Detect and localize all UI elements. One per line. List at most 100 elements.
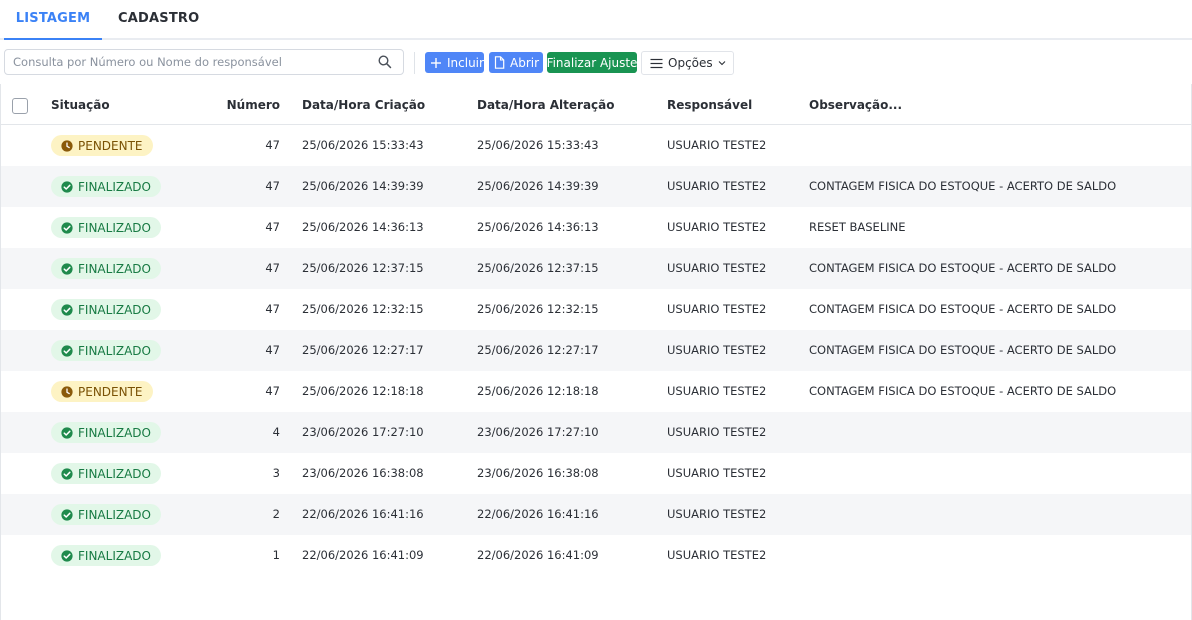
status-badge: FINALIZADO bbox=[51, 340, 161, 361]
menu-icon bbox=[650, 58, 663, 69]
plus-icon bbox=[430, 57, 442, 69]
abrir-button[interactable]: Abrir bbox=[489, 52, 543, 73]
chevron-down-icon bbox=[718, 60, 726, 66]
table-header: Situação Número Data/Hora Criação Data/H… bbox=[1, 84, 1191, 125]
cell-criacao: 25/06/2026 14:36:13 bbox=[302, 220, 424, 234]
status-label: FINALIZADO bbox=[78, 302, 151, 317]
header-criacao[interactable]: Data/Hora Criação bbox=[302, 84, 425, 124]
status-badge: FINALIZADO bbox=[51, 299, 161, 320]
tab-listagem[interactable]: LISTAGEM bbox=[4, 0, 102, 40]
search-box bbox=[4, 49, 404, 75]
check-circle-icon bbox=[61, 180, 78, 193]
cell-alteracao: 22/06/2026 16:41:09 bbox=[477, 548, 599, 562]
cell-numero: 47 bbox=[265, 343, 280, 357]
cell-responsavel: USUARIO TESTE2 bbox=[667, 343, 767, 357]
cell-criacao: 25/06/2026 14:39:39 bbox=[302, 179, 424, 193]
status-badge: FINALIZADO bbox=[51, 258, 161, 279]
check-circle-icon bbox=[61, 221, 78, 234]
cell-numero: 3 bbox=[272, 466, 280, 480]
cell-numero: 47 bbox=[265, 179, 280, 193]
cell-observacao: CONTAGEM FISICA DO ESTOQUE - ACERTO DE S… bbox=[809, 302, 1117, 316]
table-row[interactable]: PENDENTE 47 25/06/2026 15:33:43 25/06/2026 … bbox=[1, 125, 1191, 166]
opcoes-label: Opções bbox=[668, 56, 713, 70]
table-row[interactable]: FINALIZADO 1 22/06/2026 16:41:09 22/06/2026… bbox=[1, 535, 1191, 576]
cell-criacao: 25/06/2026 12:27:17 bbox=[302, 343, 424, 357]
header-observacao[interactable]: Observação... bbox=[809, 84, 902, 124]
table-row[interactable]: FINALIZADO 47 25/06/2026 12:32:15 25/06/202… bbox=[1, 289, 1191, 330]
status-label: FINALIZADO bbox=[78, 466, 151, 481]
cell-criacao: 23/06/2026 16:38:08 bbox=[302, 466, 424, 480]
cell-responsavel: USUARIO TESTE2 bbox=[667, 261, 767, 275]
cell-observacao: CONTAGEM FISICA DO ESTOQUE - ACERTO DE S… bbox=[809, 261, 1117, 275]
cell-responsavel: USUARIO TESTE2 bbox=[667, 179, 767, 193]
cell-numero: 47 bbox=[265, 220, 280, 234]
search-input[interactable] bbox=[13, 53, 363, 71]
status-badge: FINALIZADO bbox=[51, 463, 161, 484]
status-label: FINALIZADO bbox=[78, 507, 151, 522]
status-label: FINALIZADO bbox=[78, 261, 151, 276]
check-circle-icon bbox=[61, 508, 78, 521]
status-label: FINALIZADO bbox=[78, 343, 151, 358]
table-row[interactable]: FINALIZADO 47 25/06/2026 14:39:39 25/06/202… bbox=[1, 166, 1191, 207]
clock-icon bbox=[61, 139, 78, 152]
toolbar: Incluir Abrir Finalizar Ajuste Opções bbox=[0, 40, 1192, 84]
finalizar-ajuste-button[interactable]: Finalizar Ajuste bbox=[547, 52, 637, 73]
cell-numero: 2 bbox=[272, 507, 280, 521]
cell-criacao: 25/06/2026 12:18:18 bbox=[302, 384, 424, 398]
tab-cadastro[interactable]: CADASTRO bbox=[118, 0, 199, 38]
cell-criacao: 25/06/2026 15:33:43 bbox=[302, 138, 424, 152]
cell-alteracao: 25/06/2026 12:32:15 bbox=[477, 302, 599, 316]
cell-alteracao: 25/06/2026 12:27:17 bbox=[477, 343, 599, 357]
status-badge: FINALIZADO bbox=[51, 545, 161, 566]
cell-responsavel: USUARIO TESTE2 bbox=[667, 425, 767, 439]
header-situacao[interactable]: Situação bbox=[51, 84, 110, 124]
cell-numero: 47 bbox=[265, 138, 280, 152]
cell-responsavel: USUARIO TESTE2 bbox=[667, 138, 767, 152]
file-icon bbox=[494, 56, 505, 69]
cell-criacao: 25/06/2026 12:32:15 bbox=[302, 302, 424, 316]
check-circle-icon bbox=[61, 467, 78, 480]
cell-alteracao: 25/06/2026 14:39:39 bbox=[477, 179, 599, 193]
table-row[interactable]: FINALIZADO 47 25/06/2026 12:37:15 25/06/202… bbox=[1, 248, 1191, 289]
cell-responsavel: USUARIO TESTE2 bbox=[667, 548, 767, 562]
header-alteracao[interactable]: Data/Hora Alteração bbox=[477, 84, 615, 124]
cell-numero: 47 bbox=[265, 261, 280, 275]
opcoes-button[interactable]: Opções bbox=[641, 51, 734, 75]
check-circle-icon bbox=[61, 262, 78, 275]
cell-numero: 4 bbox=[272, 425, 280, 439]
status-badge: FINALIZADO bbox=[51, 422, 161, 443]
cell-criacao: 25/06/2026 12:37:15 bbox=[302, 261, 424, 275]
header-responsavel[interactable]: Responsável bbox=[667, 84, 752, 124]
table-row[interactable]: FINALIZADO 4 23/06/2026 17:27:10 23/06/2026… bbox=[1, 412, 1191, 453]
cell-observacao: CONTAGEM FISICA DO ESTOQUE - ACERTO DE S… bbox=[809, 179, 1117, 193]
status-label: FINALIZADO bbox=[78, 220, 151, 235]
incluir-button[interactable]: Incluir bbox=[425, 52, 484, 73]
cell-numero: 47 bbox=[265, 302, 280, 316]
select-all-checkbox[interactable] bbox=[12, 98, 28, 114]
abrir-label: Abrir bbox=[510, 55, 540, 70]
search-icon[interactable] bbox=[377, 54, 393, 70]
check-circle-icon bbox=[61, 344, 78, 357]
status-label: FINALIZADO bbox=[78, 548, 151, 563]
table-row[interactable]: PENDENTE 47 25/06/2026 12:18:18 25/06/2026 … bbox=[1, 371, 1191, 412]
table-row[interactable]: FINALIZADO 2 22/06/2026 16:41:16 22/06/2026… bbox=[1, 494, 1191, 535]
toolbar-divider bbox=[414, 52, 415, 74]
status-badge: PENDENTE bbox=[51, 135, 153, 156]
header-numero[interactable]: Número bbox=[220, 84, 280, 124]
table-row[interactable]: FINALIZADO 47 25/06/2026 12:27:17 25/06/202… bbox=[1, 330, 1191, 371]
cell-responsavel: USUARIO TESTE2 bbox=[667, 220, 767, 234]
finalizar-ajuste-label: Finalizar Ajuste bbox=[546, 55, 638, 70]
status-badge: FINALIZADO bbox=[51, 504, 161, 525]
cell-alteracao: 25/06/2026 14:36:13 bbox=[477, 220, 599, 234]
cell-criacao: 22/06/2026 16:41:16 bbox=[302, 507, 424, 521]
cell-numero: 47 bbox=[265, 384, 280, 398]
cell-alteracao: 22/06/2026 16:41:16 bbox=[477, 507, 599, 521]
cell-observacao: CONTAGEM FISICA DO ESTOQUE - ACERTO DE S… bbox=[809, 343, 1117, 357]
cell-numero: 1 bbox=[272, 548, 280, 562]
table-row[interactable]: FINALIZADO 3 23/06/2026 16:38:08 23/06/2026… bbox=[1, 453, 1191, 494]
table-row[interactable]: FINALIZADO 47 25/06/2026 14:36:13 25/06/202… bbox=[1, 207, 1191, 248]
cell-alteracao: 25/06/2026 12:18:18 bbox=[477, 384, 599, 398]
data-table: Situação Número Data/Hora Criação Data/H… bbox=[0, 84, 1192, 620]
status-label: FINALIZADO bbox=[78, 425, 151, 440]
incluir-label: Incluir bbox=[447, 55, 484, 70]
